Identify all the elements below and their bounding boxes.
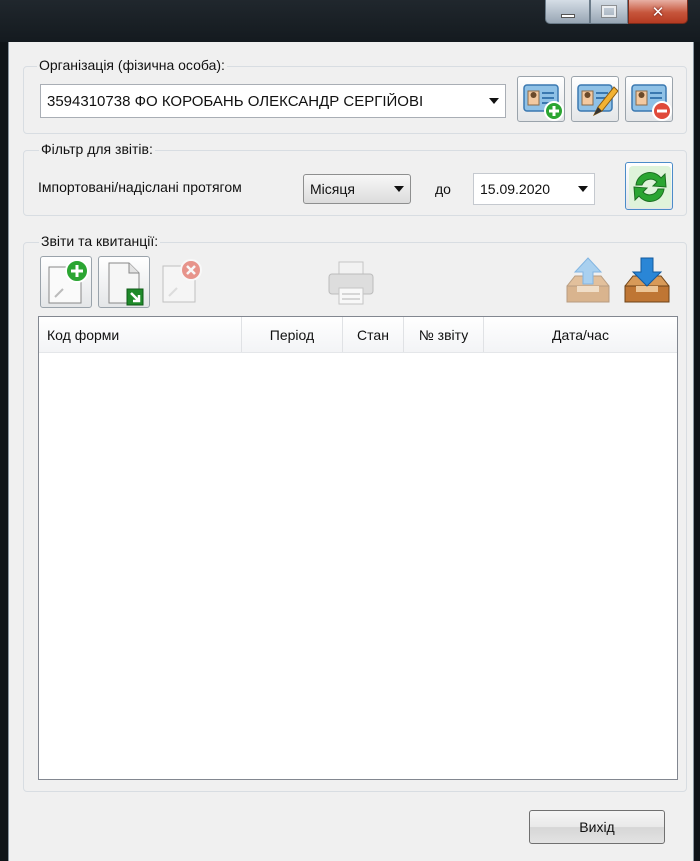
date-picker[interactable]: 15.09.2020: [473, 173, 595, 205]
print-button[interactable]: [323, 258, 379, 308]
window-controls: ✕: [545, 0, 688, 24]
edit-card-icon: [577, 84, 618, 117]
column-period[interactable]: Період: [242, 317, 343, 352]
filter-label: Фільтр для звітів:: [39, 141, 155, 157]
close-icon: ✕: [651, 2, 665, 21]
refresh-button[interactable]: [625, 162, 673, 210]
column-datetime[interactable]: Дата/час: [484, 317, 677, 352]
filter-period-text: Імпортовані/надіслані протягом: [38, 179, 242, 195]
maximize-icon: [601, 5, 617, 18]
table-header: Код форми Період Стан № звіту Дата/час: [39, 317, 677, 353]
reports-label: Звіти та квитанції:: [39, 233, 161, 249]
edit-organization-button[interactable]: [571, 76, 619, 122]
main-window: Організація (фізична особа): 3594310738 …: [8, 42, 694, 861]
download-tray-icon: [624, 257, 670, 303]
import-report-button[interactable]: [98, 256, 150, 308]
column-form-code[interactable]: Код форми: [39, 317, 242, 352]
upload-tray-icon: [566, 257, 610, 303]
delete-organization-button[interactable]: [625, 76, 673, 122]
title-bar[interactable]: ✕: [0, 0, 700, 42]
print-icon: [328, 261, 374, 305]
chevron-down-icon: [578, 186, 588, 192]
period-select[interactable]: Місяця: [303, 174, 411, 204]
close-button[interactable]: ✕: [628, 0, 688, 24]
delete-document-icon: [162, 259, 202, 303]
organization-select[interactable]: 3594310738 ФО КОРОБАНЬ ОЛЕКСАНДР СЕРГІЙО…: [40, 84, 506, 118]
minimize-button[interactable]: [545, 0, 590, 24]
add-organization-button[interactable]: [517, 76, 565, 122]
chevron-down-icon: [394, 186, 404, 192]
exit-button[interactable]: Вихід: [529, 810, 665, 844]
column-status[interactable]: Стан: [343, 317, 404, 352]
add-card-icon: [523, 84, 564, 121]
import-document-icon: [108, 262, 144, 306]
new-report-button[interactable]: [40, 256, 92, 308]
new-document-icon: [48, 259, 89, 304]
delete-report-button[interactable]: [155, 256, 207, 308]
delete-card-icon: [631, 84, 672, 121]
date-to-label: до: [435, 181, 451, 197]
period-selected-value: Місяця: [310, 181, 355, 197]
download-button[interactable]: [619, 256, 675, 310]
chevron-down-icon: [489, 98, 499, 104]
organization-selected-value: 3594310738 ФО КОРОБАНЬ ОЛЕКСАНДР СЕРГІЙО…: [47, 92, 424, 110]
column-report-number[interactable]: № звіту: [404, 317, 484, 352]
upload-button[interactable]: [561, 256, 615, 310]
organization-label: Організація (фізична особа):: [37, 57, 227, 73]
table-body: [39, 353, 677, 779]
reports-table[interactable]: Код форми Період Стан № звіту Дата/час: [38, 316, 678, 780]
date-value: 15.09.2020: [480, 181, 551, 197]
maximize-button[interactable]: [590, 0, 628, 24]
refresh-icon: [629, 166, 671, 208]
minimize-icon: [560, 13, 575, 18]
